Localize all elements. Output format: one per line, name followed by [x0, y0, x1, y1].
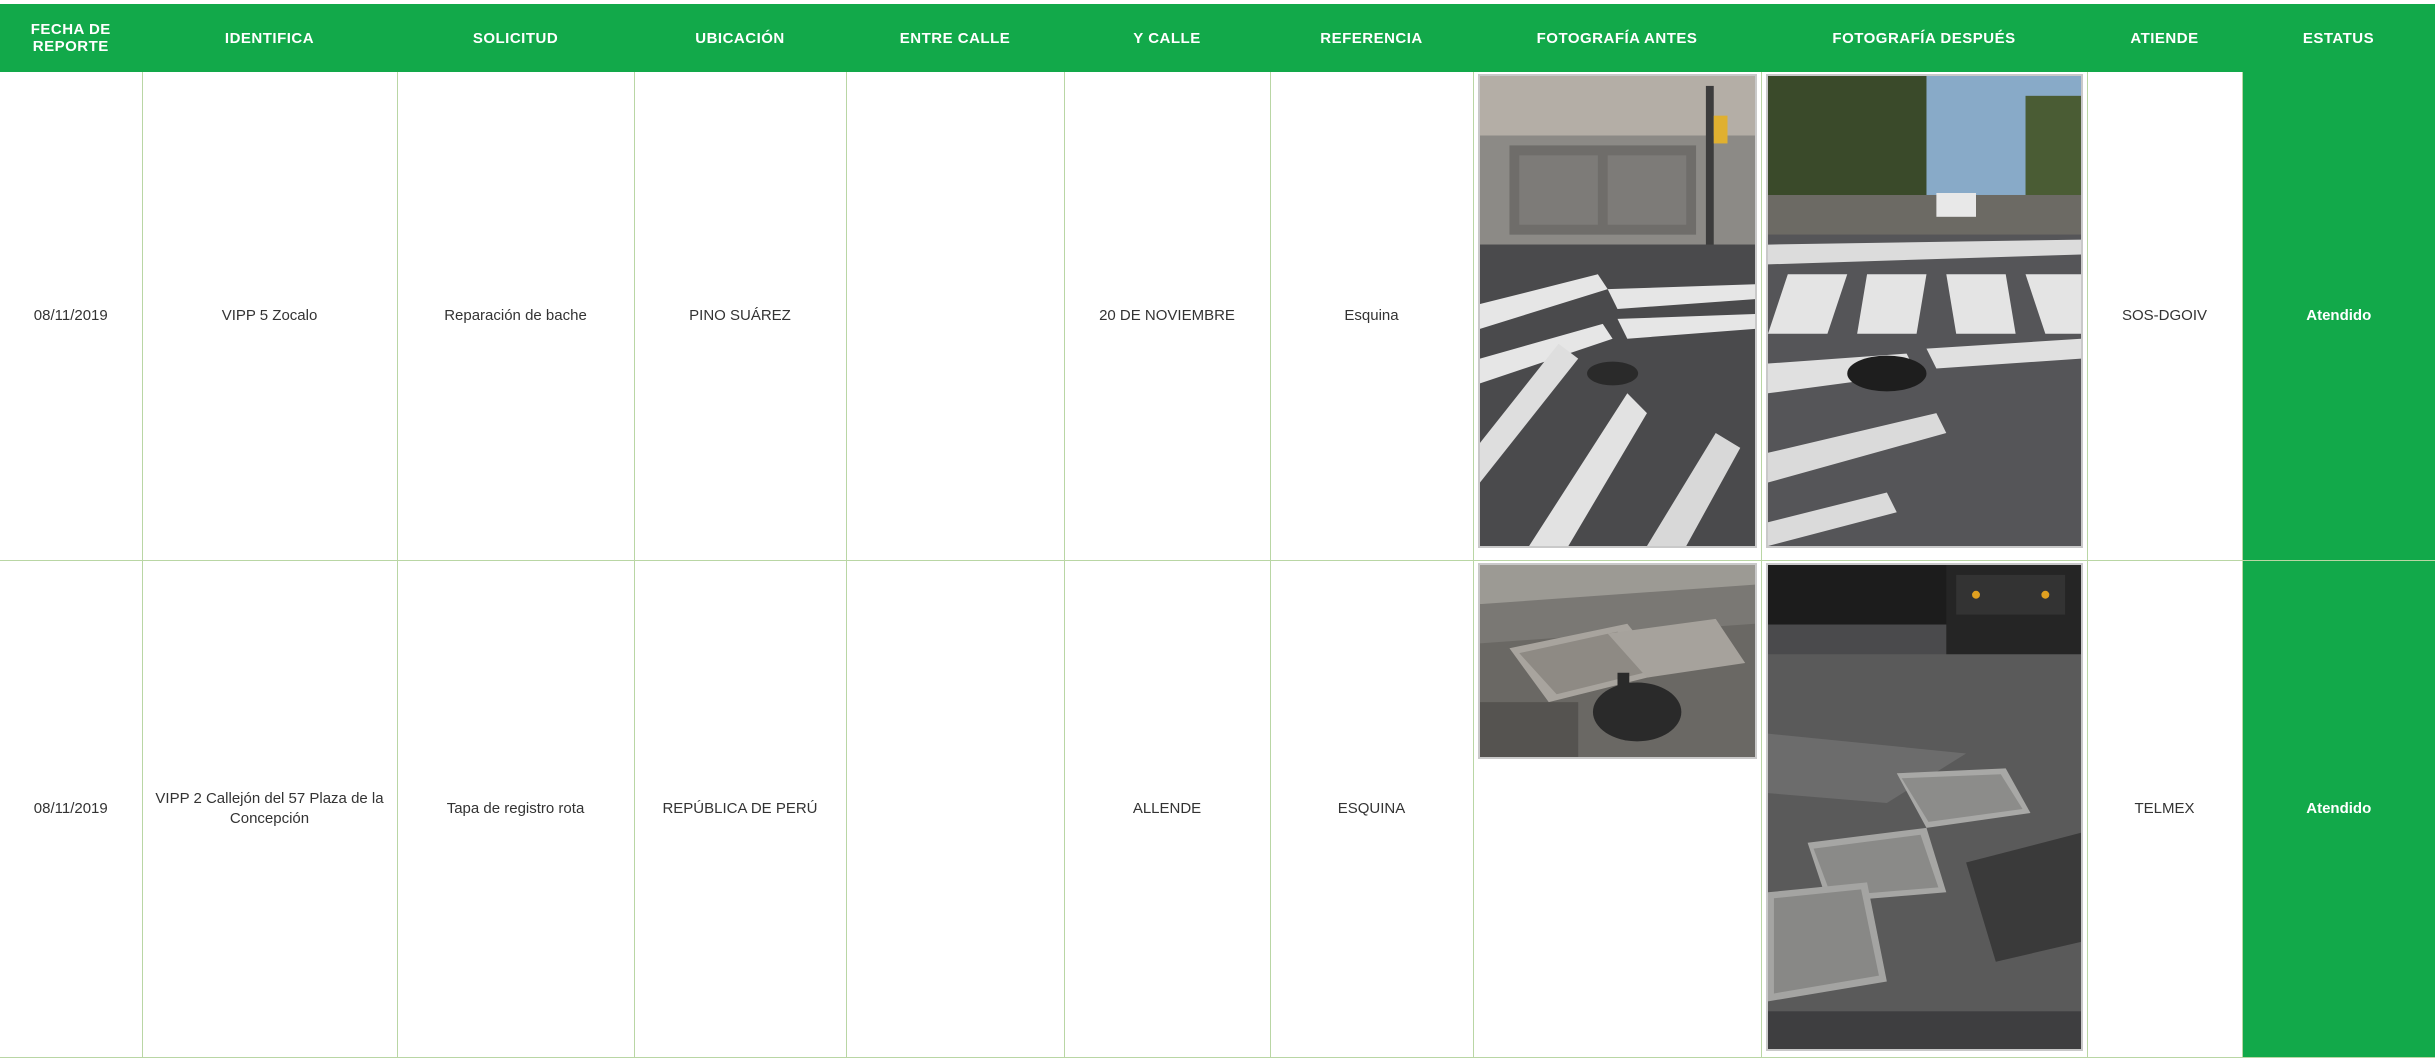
header-foto-despues: FOTOGRAFÍA DESPUÉS	[1761, 4, 2088, 72]
header-row: FECHA DE REPORTE IDENTIFICA SOLICITUD UB…	[0, 4, 2435, 72]
header-identifica: IDENTIFICA	[142, 4, 398, 72]
cell-solicitud: Reparación de bache	[397, 72, 635, 561]
header-atiende: ATIENDE	[2087, 4, 2243, 72]
cell-referencia: Esquina	[1270, 72, 1474, 561]
cell-foto-antes	[1473, 72, 1762, 561]
cell-fecha: 08/11/2019	[0, 72, 143, 561]
photo-after-pothole[interactable]	[1765, 74, 2083, 548]
cell-entre-calle	[846, 72, 1065, 561]
report-table: FECHA DE REPORTE IDENTIFICA SOLICITUD UB…	[0, 4, 2435, 1058]
header-referencia: REFERENCIA	[1270, 4, 1474, 72]
cell-solicitud: Tapa de registro rota	[397, 560, 635, 1058]
photo-before-registro[interactable]	[1477, 563, 1757, 759]
cell-atiende: TELMEX	[2087, 560, 2243, 1058]
header-fecha: FECHA DE REPORTE	[0, 4, 143, 72]
cell-y-calle: 20 DE NOVIEMBRE	[1064, 72, 1271, 561]
cell-entre-calle	[846, 560, 1065, 1058]
status-badge: Atendido	[2242, 560, 2435, 1058]
cell-y-calle: ALLENDE	[1064, 560, 1271, 1058]
cell-foto-antes	[1473, 560, 1762, 1058]
header-entre-calle: ENTRE CALLE	[846, 4, 1065, 72]
cell-ubicacion: PINO SUÁREZ	[634, 72, 847, 561]
cell-foto-despues	[1761, 72, 2088, 561]
photo-after-registro[interactable]	[1765, 563, 2083, 1051]
header-solicitud: SOLICITUD	[397, 4, 635, 72]
status-badge: Atendido	[2242, 72, 2435, 561]
cell-atiende: SOS-DGOIV	[2087, 72, 2243, 561]
header-ubicacion: UBICACIÓN	[634, 4, 847, 72]
cell-fecha: 08/11/2019	[0, 560, 143, 1058]
header-foto-antes: FOTOGRAFÍA ANTES	[1473, 4, 1762, 72]
header-estatus: ESTATUS	[2242, 4, 2435, 72]
cell-ubicacion: REPÚBLICA DE PERÚ	[634, 560, 847, 1058]
table-row: 08/11/2019 VIPP 5 Zocalo Reparación de b…	[0, 72, 2435, 561]
cell-identifica: VIPP 5 Zocalo	[142, 72, 398, 561]
report-sheet: FECHA DE REPORTE IDENTIFICA SOLICITUD UB…	[0, 0, 2435, 1058]
cell-identifica: VIPP 2 Callejón del 57 Plaza de la Conce…	[142, 560, 398, 1058]
photo-before-pothole[interactable]	[1477, 74, 1757, 548]
cell-referencia: ESQUINA	[1270, 560, 1474, 1058]
table-row: 08/11/2019 VIPP 2 Callejón del 57 Plaza …	[0, 560, 2435, 1058]
cell-foto-despues	[1761, 560, 2088, 1058]
header-y-calle: Y CALLE	[1064, 4, 1271, 72]
